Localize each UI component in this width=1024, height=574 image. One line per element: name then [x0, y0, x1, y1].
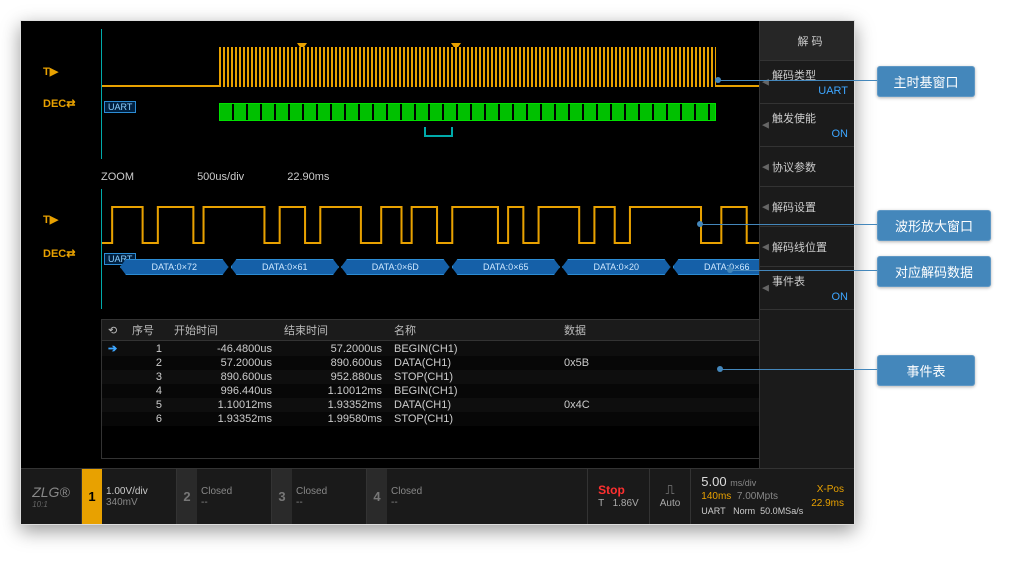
channel-2[interactable]: 2 Closed-- [176, 469, 271, 524]
channel-3[interactable]: 3 Closed-- [271, 469, 366, 524]
channel-number: 2 [177, 469, 197, 524]
decode-data-strip: DATA:0×72DATA:0×61DATA:0×6DDATA:0×65DATA… [120, 259, 783, 275]
run-state: Stop [598, 483, 639, 497]
event-table-header: ⟲ 序号 开始时间 结束时间 名称 数据 [102, 320, 833, 341]
table-row[interactable]: 61.93352ms1.99580msSTOP(CH1) [102, 412, 833, 426]
zoom-panel[interactable]: T▶ DEC⇄ UART DATA:0×72DATA:0×61DATA:0×6D… [21, 189, 854, 309]
menu-item[interactable]: ◀协议参数 [760, 147, 854, 187]
ch1-offset: 340mV [106, 497, 172, 508]
xpos-label: X-Pos [811, 483, 844, 497]
main-timebase-panel[interactable]: T▶ DEC⇄ UART [21, 29, 854, 159]
callout-main-window: 主时基窗口 [877, 66, 975, 97]
table-row[interactable]: 3890.600us952.880usSTOP(CH1) [102, 370, 833, 384]
zoom-bracket[interactable] [424, 127, 453, 137]
decode-data-cell[interactable]: DATA:0×65 [452, 259, 561, 275]
channel-number: 1 [82, 469, 102, 524]
callout-decode-data: 对应解码数据 [877, 256, 991, 287]
decode-label: DEC⇄ [43, 97, 75, 110]
zoom-info-bar: ZOOM 500us/div 22.90ms [101, 171, 811, 183]
edge-icon: ⎍ [660, 483, 681, 497]
decode-data-cell[interactable]: DATA:0×72 [120, 259, 229, 275]
callout-leader [718, 80, 877, 81]
col-name: 名称 [388, 320, 558, 341]
channel-number: 4 [367, 469, 387, 524]
ch3-state: Closed [296, 486, 362, 497]
menu-item[interactable]: ◀触发使能ON [760, 104, 854, 147]
trigger-label: T▶ [43, 213, 58, 226]
trigger-mode[interactable]: ⎍ Auto [649, 469, 691, 524]
menu-item[interactable]: ◀解码设置 [760, 187, 854, 227]
ch1-vdiv: 1.00V/div [106, 486, 172, 497]
col-start: 开始时间 [168, 320, 278, 341]
decode-data-cell[interactable]: DATA:0×6D [341, 259, 450, 275]
channel-4[interactable]: 4 Closed-- [366, 469, 461, 524]
timebase-readout[interactable]: 5.00 ms/div 140ms 7.00Mpts UART Norm 50.… [690, 469, 854, 524]
digital-burst [219, 47, 716, 87]
auto-label: Auto [660, 497, 681, 511]
zoom-timediv: 500us/div [197, 171, 244, 183]
callout-zoom-window: 波形放大窗口 [877, 210, 991, 241]
decode-data-cell[interactable]: DATA:0×61 [231, 259, 340, 275]
menu-item[interactable]: ◀解码类型UART [760, 61, 854, 104]
callout-leader [730, 270, 877, 271]
xpos-val: 22.9ms [811, 497, 844, 511]
menu-item[interactable]: ◀解码线位置 [760, 227, 854, 267]
protocol-tag: UART [104, 101, 136, 113]
decode-strip [219, 103, 716, 121]
callout-dot [715, 77, 721, 83]
event-table[interactable]: ⟲ 序号 开始时间 结束时间 名称 数据 ➔1-46.4800us57.2000… [101, 319, 834, 459]
decode-data-cell[interactable]: DATA:0×20 [562, 259, 671, 275]
brand-logo: ZLG® 10:1 [21, 469, 81, 524]
decode-label: DEC⇄ [43, 247, 75, 260]
waveform-baseline [102, 85, 219, 87]
zoom-offset: 22.90ms [287, 171, 329, 183]
table-row[interactable]: 257.2000us890.600usDATA(CH1)0x5B [102, 356, 833, 370]
callout-dot [727, 267, 733, 273]
channel-1[interactable]: 1 1.00V/div 340mV [81, 469, 176, 524]
callout-event-table: 事件表 [877, 355, 975, 386]
col-idx: 序号 [126, 320, 168, 341]
callout-dot [697, 221, 703, 227]
zoom-title: ZOOM [101, 171, 134, 183]
table-row[interactable]: 51.10012ms1.93352msDATA(CH1)0x4C [102, 398, 833, 412]
status-bar: ZLG® 10:1 1 1.00V/div 340mV 2 Closed-- 3… [21, 468, 854, 524]
table-row[interactable]: ➔1-46.4800us57.2000usBEGIN(CH1) [102, 341, 833, 357]
menu-item[interactable]: ◀事件表ON [760, 267, 854, 310]
callout-dot [717, 366, 723, 372]
ch4-state: Closed [391, 486, 457, 497]
trigger-label: T▶ [43, 65, 58, 78]
ch2-state: Closed [201, 486, 267, 497]
menu-title[interactable]: 解 码 [760, 21, 854, 61]
side-menu: 解 码 ◀解码类型UART◀触发使能ON◀协议参数◀解码设置◀解码线位置◀事件表… [759, 21, 854, 468]
table-row[interactable]: 4996.440us1.10012msBEGIN(CH1) [102, 384, 833, 398]
callout-leader [700, 224, 877, 225]
col-end: 结束时间 [278, 320, 388, 341]
callout-leader [720, 369, 877, 370]
run-status[interactable]: Stop T 1.86V [587, 469, 649, 524]
channel-number: 3 [272, 469, 292, 524]
